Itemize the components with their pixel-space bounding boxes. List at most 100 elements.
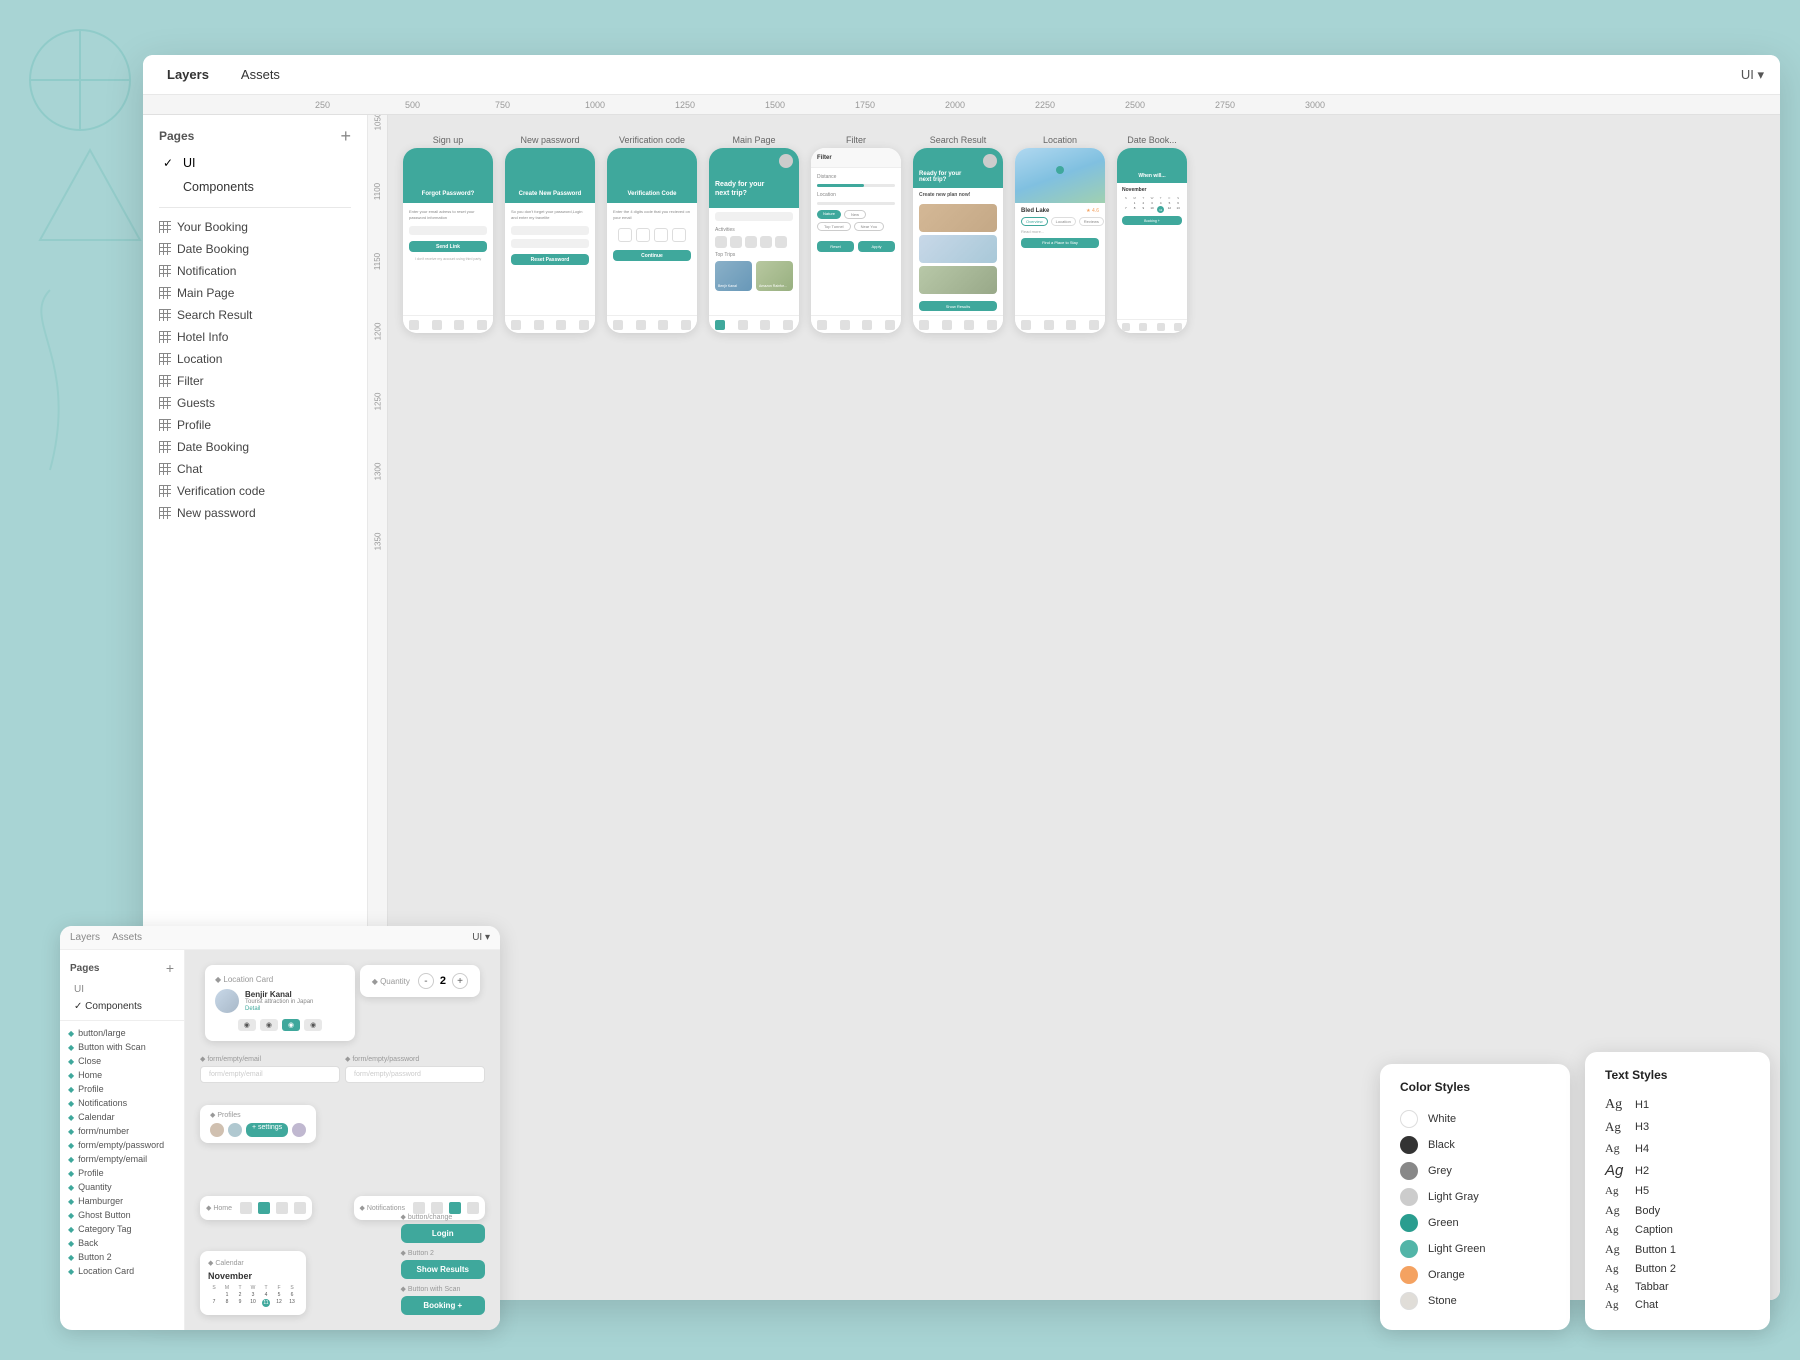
swatch-orange	[1400, 1266, 1418, 1284]
comp-layer-ghost[interactable]: ◆ Ghost Button	[60, 1208, 184, 1222]
comp-add-page[interactable]: +	[166, 960, 174, 976]
layer-item-filter[interactable]: Filter	[143, 370, 367, 392]
home-tab-icon-2	[258, 1202, 270, 1214]
layer-item-verification[interactable]: Verification code	[143, 480, 367, 502]
verify-btn-text: Continue	[641, 253, 663, 259]
ruler-horizontal: 250 500 750 1000 1250 1500 1750 2000 225…	[143, 95, 1780, 115]
swatch-black	[1400, 1136, 1418, 1154]
phone-signup-label: Sign up	[433, 135, 464, 145]
color-row-lightgreen: Light Green	[1400, 1236, 1550, 1262]
profile-avatar-3	[292, 1123, 306, 1137]
comp-login-btn[interactable]: Login	[401, 1224, 485, 1243]
tab-icon	[658, 320, 668, 330]
form-password-input[interactable]: form/empty/password	[345, 1066, 485, 1083]
tab-icon-home	[409, 320, 419, 330]
signup-btn-text: Send Link	[436, 244, 460, 250]
comp-booking-btn[interactable]: Booking +	[401, 1296, 485, 1315]
comp-label-home: ◆ Home	[206, 1204, 232, 1212]
comp-layer-notifications[interactable]: ◆ Notifications	[60, 1096, 184, 1110]
page-item-components[interactable]: Components	[143, 175, 367, 199]
filter-location-label: Location	[817, 192, 895, 198]
form-email-input[interactable]: form/empty/email	[200, 1066, 340, 1083]
layer-label: Search Result	[177, 308, 252, 322]
comp-layer-quantity[interactable]: ◆ Quantity	[60, 1180, 184, 1194]
comp-layer-hamburger[interactable]: ◆ Hamburger	[60, 1194, 184, 1208]
date-title: When will...	[1138, 173, 1165, 179]
quantity-minus[interactable]: -	[418, 973, 434, 989]
ruler-v-mark: 1100	[368, 185, 387, 255]
layer-item-guests[interactable]: Guests	[143, 392, 367, 414]
quantity-plus[interactable]: +	[452, 973, 468, 989]
search-img-3	[919, 266, 997, 294]
tab-icon	[1089, 320, 1099, 330]
layer-item-profile[interactable]: Profile	[143, 414, 367, 436]
comp-layer-form-password[interactable]: ◆ form/empty/password	[60, 1138, 184, 1152]
comp-card-detail: Detail	[245, 1006, 313, 1012]
ruler-mark: 3000	[1303, 100, 1393, 110]
layer-item-your-booking[interactable]: Your Booking	[143, 216, 367, 238]
comp-layer-calendar[interactable]: ◆ Calendar	[60, 1110, 184, 1124]
phone-search-frame: Ready for yournext trip? Create new plan…	[913, 148, 1003, 333]
layer-item-date-booking-2[interactable]: Date Booking	[143, 436, 367, 458]
ruler-mark: 500	[403, 100, 493, 110]
cal-day-selected: 11	[1157, 206, 1164, 213]
comp-layer-close[interactable]: ◆ Close	[60, 1054, 184, 1068]
layer-item-new-password[interactable]: New password	[143, 502, 367, 524]
comp-page-ui[interactable]: UI	[60, 981, 184, 998]
comp-layer-button2[interactable]: ◆ Button 2	[60, 1250, 184, 1264]
layer-item-hotel-info[interactable]: Hotel Info	[143, 326, 367, 348]
tab-home-active	[715, 320, 725, 330]
comp-show-results-btn[interactable]: Show Results	[401, 1260, 485, 1279]
ruler-mark: 2500	[1123, 100, 1213, 110]
comp-layer-home[interactable]: ◆ Home	[60, 1068, 184, 1082]
tab-layers[interactable]: Layers	[159, 63, 217, 86]
comp-layer-profile2[interactable]: ◆ Profile	[60, 1166, 184, 1180]
comp-layer-button-scan[interactable]: ◆ Button with Scan	[60, 1040, 184, 1054]
tab-icon	[862, 320, 872, 330]
home-tab-icon-3	[276, 1202, 288, 1214]
comp-layer-form-email[interactable]: ◆ form/empty/email	[60, 1152, 184, 1166]
color-styles-panel: Color Styles White Black Grey Light Gray…	[1380, 1064, 1570, 1330]
text-ag-h1: Ag	[1605, 1097, 1627, 1113]
layer-item-main-page[interactable]: Main Page	[143, 282, 367, 304]
tab-icon	[1157, 323, 1165, 331]
comp-layer-profile[interactable]: ◆ Profile	[60, 1082, 184, 1096]
comp-layer-form-number[interactable]: ◆ form/number	[60, 1124, 184, 1138]
layer-item-notification[interactable]: Notification	[143, 260, 367, 282]
layer-item-search-result[interactable]: Search Result	[143, 304, 367, 326]
comp-layer-category-tag[interactable]: ◆ Category Tag	[60, 1222, 184, 1236]
cal-d: 5	[273, 1292, 285, 1298]
comp-layer-back[interactable]: ◆ Back	[60, 1236, 184, 1250]
comp-layer-button-large[interactable]: ◆ button/large	[60, 1026, 184, 1040]
comp-tab-layers[interactable]: Layers	[70, 932, 100, 943]
location-plan-text: Find a Place to Stay	[1042, 240, 1078, 245]
search-results-btn-text: Show Results	[946, 304, 970, 309]
comp-layer-location-card[interactable]: ◆ Location Card	[60, 1264, 184, 1278]
add-page-button[interactable]: +	[340, 127, 351, 145]
sidebar-divider	[159, 207, 351, 208]
tab-ui[interactable]: UI ▾	[1741, 67, 1764, 83]
loc-tab-reviews: Reviews	[1079, 217, 1104, 226]
pages-section-header: Pages +	[143, 115, 367, 151]
tab-icon	[1021, 320, 1031, 330]
comp-tab-ui[interactable]: UI ▾	[472, 932, 490, 943]
comp-page-components[interactable]: ✓ Components	[60, 998, 184, 1015]
ruler-v-mark: 1200	[368, 325, 387, 395]
text-ag-tabbar: Ag	[1605, 1281, 1627, 1293]
phone-signup-frame: Forgot Password? Enter your email adress…	[403, 148, 493, 333]
layer-item-chat[interactable]: Chat	[143, 458, 367, 480]
form-password-component: ◆ form/empty/password form/empty/passwor…	[345, 1055, 485, 1083]
layer-item-date-booking-1[interactable]: Date Booking	[143, 238, 367, 260]
comp-tab-assets[interactable]: Assets	[112, 932, 142, 943]
cal-day: 7	[1122, 206, 1130, 213]
tab-assets[interactable]: Assets	[233, 63, 288, 86]
color-label-lightgray: Light Gray	[1428, 1191, 1479, 1203]
comp-avatar-img	[215, 989, 239, 1013]
quantity-value: 2	[440, 975, 446, 987]
loc-tab-overview: Overview	[1021, 217, 1048, 226]
page-item-ui[interactable]: ✓ UI	[143, 151, 367, 175]
layer-item-location[interactable]: Location	[143, 348, 367, 370]
comp-card-tag-3: ◉	[282, 1019, 300, 1031]
cal-h: S	[208, 1285, 220, 1291]
figma-topbar: Layers Assets UI ▾	[143, 55, 1780, 95]
